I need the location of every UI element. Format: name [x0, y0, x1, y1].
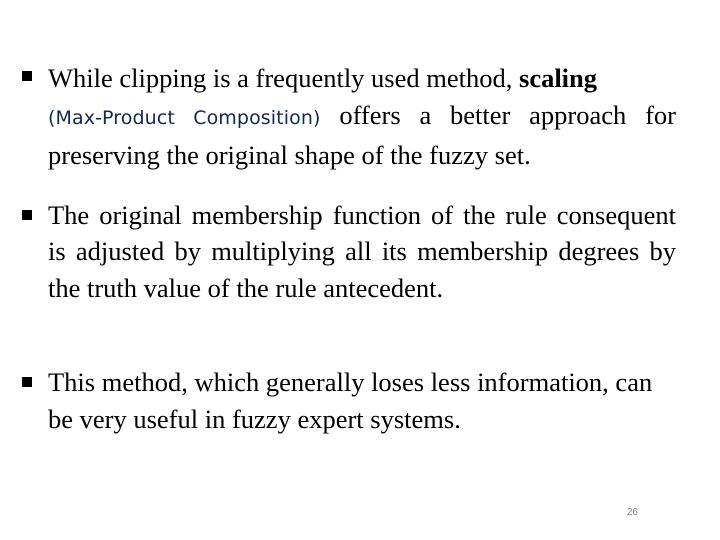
square-bullet-icon [22, 377, 32, 387]
bullet-item-membership: The original membership function of the … [22, 197, 676, 306]
slide: While clipping is a frequently used meth… [0, 0, 720, 540]
bullet-item-information: This method, which generally loses less … [22, 364, 676, 438]
max-product-composition-label: (Max-Product Composition) [48, 106, 321, 129]
bullet-text: The original membership function of the … [48, 200, 676, 303]
page-number: 26 [626, 507, 638, 518]
square-bullet-icon [22, 71, 32, 81]
bullet-text: While clipping is a frequently used meth… [48, 60, 676, 173]
bullet-text-intro: While clipping is a frequently used meth… [48, 63, 519, 93]
bold-term-scaling: scaling [519, 63, 598, 93]
bullet-text: This method, which generally loses less … [48, 367, 653, 434]
square-bullet-icon [22, 210, 32, 220]
bullet-item-scaling: While clipping is a frequently used meth… [22, 60, 676, 173]
